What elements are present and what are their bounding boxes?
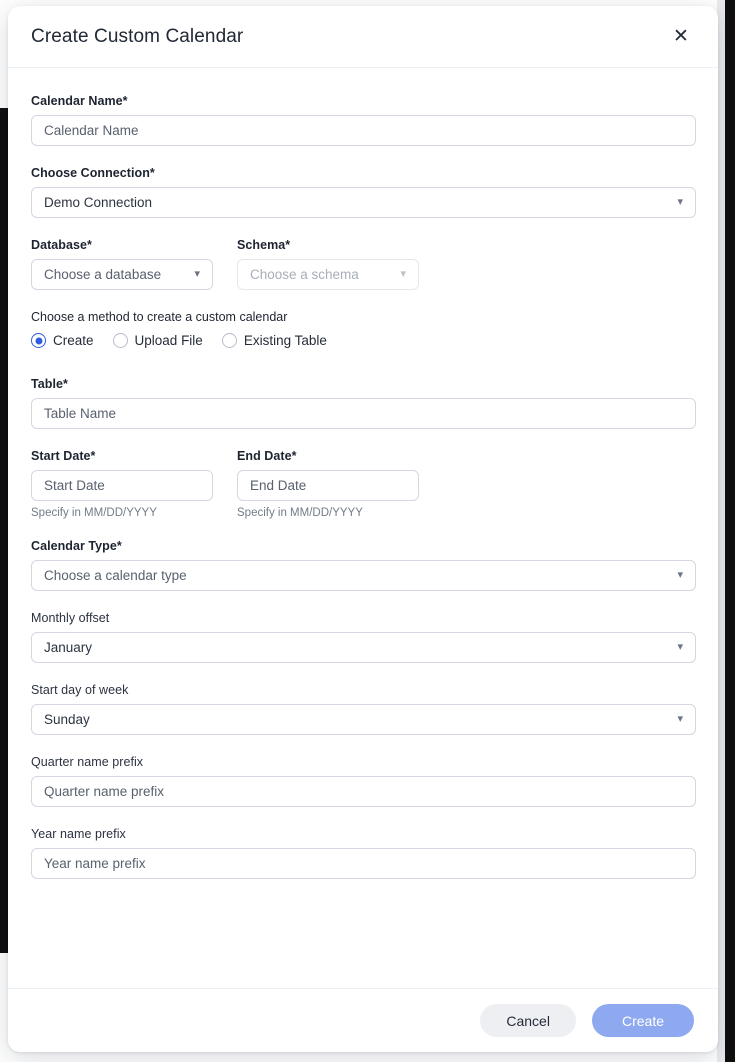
creation-method-label: Choose a method to create a custom calen… bbox=[31, 310, 288, 324]
radio-label-upload-file: Upload File bbox=[134, 333, 203, 348]
chevron-down-icon: ▾ bbox=[677, 569, 683, 581]
choose-connection-label: Choose Connection* bbox=[31, 166, 155, 180]
page-edge bbox=[717, 0, 725, 1062]
schema-label: Schema* bbox=[237, 238, 291, 252]
field-schema: Schema* Choose a schema ▾ bbox=[237, 238, 419, 290]
chevron-down-icon: ▾ bbox=[677, 713, 683, 725]
choose-connection-value: Demo Connection bbox=[44, 195, 153, 210]
dialog-footer: Cancel Create bbox=[8, 988, 718, 1052]
field-quarter-name-prefix: Quarter name prefix Quarter name prefix bbox=[31, 755, 696, 807]
field-start-day-of-week: Start day of week Sunday ▾ bbox=[31, 683, 696, 735]
table-input[interactable]: Table Name bbox=[31, 398, 696, 429]
start-date-helper: Specify in MM/DD/YYYY bbox=[31, 507, 157, 519]
field-table: Table* Table Name bbox=[31, 377, 696, 429]
choose-connection-select[interactable]: Demo Connection ▾ bbox=[31, 187, 696, 218]
field-database: Database* Choose a database ▾ bbox=[31, 238, 213, 290]
chevron-down-icon: ▾ bbox=[400, 268, 406, 280]
chevron-down-icon: ▾ bbox=[194, 268, 200, 280]
field-choose-connection: Choose Connection* Demo Connection ▾ bbox=[31, 166, 696, 218]
start-date-label: Start Date* bbox=[31, 449, 96, 463]
screen: Create Custom Calendar ✕ Calendar Name* … bbox=[0, 0, 735, 1062]
create-custom-calendar-dialog: Create Custom Calendar ✕ Calendar Name* … bbox=[8, 6, 718, 1052]
calendar-name-input[interactable]: Calendar Name bbox=[31, 115, 696, 146]
database-label: Database* bbox=[31, 238, 92, 252]
create-button[interactable]: Create bbox=[591, 1004, 694, 1037]
dialog-header: Create Custom Calendar ✕ bbox=[8, 6, 718, 68]
radio-label-create: Create bbox=[53, 333, 94, 348]
database-select[interactable]: Choose a database ▾ bbox=[31, 259, 213, 290]
close-icon[interactable]: ✕ bbox=[666, 22, 696, 52]
table-label: Table* bbox=[31, 377, 68, 391]
quarter-name-prefix-input[interactable]: Quarter name prefix bbox=[31, 776, 696, 807]
year-name-prefix-label: Year name prefix bbox=[31, 827, 126, 841]
end-date-helper: Specify in MM/DD/YYYY bbox=[237, 507, 363, 519]
monthly-offset-select[interactable]: January ▾ bbox=[31, 632, 696, 663]
calendar-type-label: Calendar Type* bbox=[31, 539, 122, 553]
database-schema-row: Database* Choose a database ▾ Schema* Ch… bbox=[31, 238, 696, 310]
field-start-date: Start Date* Start Date Specify in MM/DD/… bbox=[31, 449, 213, 519]
field-calendar-name: Calendar Name* Calendar Name bbox=[31, 94, 696, 146]
dialog-body: Calendar Name* Calendar Name Choose Conn… bbox=[8, 68, 718, 988]
chevron-down-icon: ▾ bbox=[677, 196, 683, 208]
field-year-name-prefix: Year name prefix Year name prefix bbox=[31, 827, 696, 879]
radio-button-create[interactable] bbox=[31, 333, 46, 348]
quarter-name-prefix-label: Quarter name prefix bbox=[31, 755, 144, 769]
start-day-of-week-value: Sunday bbox=[44, 712, 90, 727]
end-date-input[interactable]: End Date bbox=[237, 470, 419, 501]
cancel-button[interactable]: Cancel bbox=[480, 1004, 576, 1037]
radio-option-existing-table[interactable]: Existing Table bbox=[221, 333, 327, 348]
year-name-prefix-input[interactable]: Year name prefix bbox=[31, 848, 696, 879]
radio-option-create[interactable]: Create bbox=[31, 333, 94, 348]
field-creation-method: Choose a method to create a custom calen… bbox=[31, 310, 696, 348]
modal-backdrop-right bbox=[725, 0, 735, 1062]
schema-select[interactable]: Choose a schema ▾ bbox=[237, 259, 419, 290]
field-end-date: End Date* End Date Specify in MM/DD/YYYY bbox=[237, 449, 419, 519]
calendar-type-value: Choose a calendar type bbox=[44, 568, 187, 583]
calendar-name-label: Calendar Name* bbox=[31, 94, 128, 108]
radio-option-upload-file[interactable]: Upload File bbox=[112, 333, 203, 348]
date-row: Start Date* Start Date Specify in MM/DD/… bbox=[31, 449, 696, 539]
creation-method-radio-group: Create Upload File Existing Table bbox=[31, 333, 696, 348]
field-calendar-type: Calendar Type* Choose a calendar type ▾ bbox=[31, 539, 696, 591]
radio-button-existing-table[interactable] bbox=[221, 333, 237, 348]
start-day-of-week-label: Start day of week bbox=[31, 683, 129, 697]
start-day-of-week-select[interactable]: Sunday ▾ bbox=[31, 704, 696, 735]
schema-value: Choose a schema bbox=[250, 267, 359, 282]
field-monthly-offset: Monthly offset January ▾ bbox=[31, 611, 696, 663]
calendar-type-select[interactable]: Choose a calendar type ▾ bbox=[31, 560, 696, 591]
database-value: Choose a database bbox=[44, 267, 162, 282]
end-date-label: End Date* bbox=[237, 449, 297, 463]
radio-label-existing-table: Existing Table bbox=[243, 333, 327, 348]
chevron-down-icon: ▾ bbox=[677, 641, 683, 653]
monthly-offset-value: January bbox=[44, 640, 93, 655]
radio-button-upload-file[interactable] bbox=[112, 333, 128, 348]
monthly-offset-label: Monthly offset bbox=[31, 611, 110, 625]
start-date-input[interactable]: Start Date bbox=[31, 470, 213, 501]
dialog-title: Create Custom Calendar bbox=[31, 25, 244, 47]
